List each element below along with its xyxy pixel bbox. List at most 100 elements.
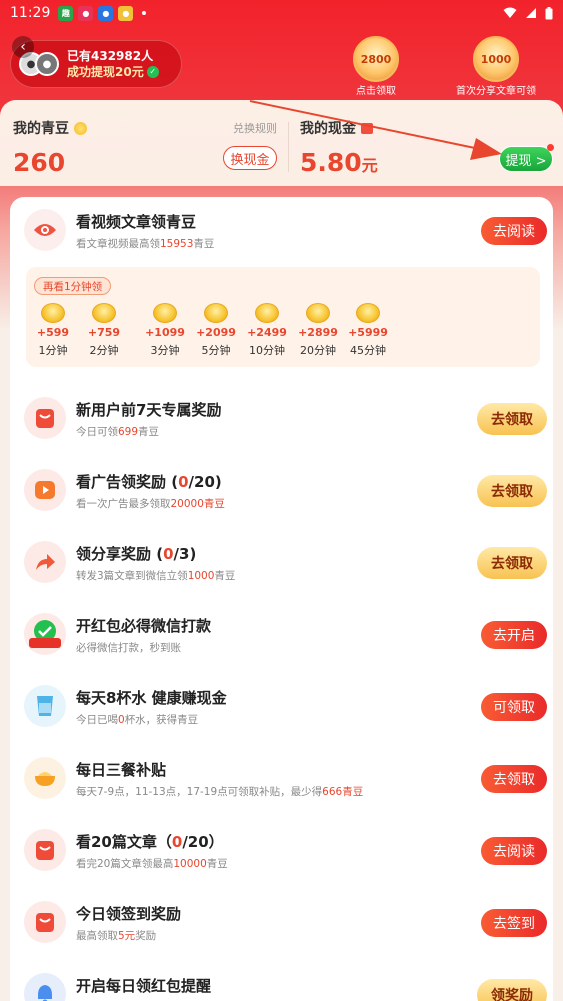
wallet-divider [288, 122, 289, 172]
wechat-payout-icon [24, 613, 66, 655]
task-action-button[interactable]: 去签到 [481, 909, 547, 937]
app-notification-icon: ● [98, 5, 114, 21]
coin-icon [92, 303, 116, 323]
coin-icon [255, 303, 279, 323]
task-title: 开启每日领红包提醒 [76, 977, 212, 995]
chevron-left-icon: ‹ [20, 39, 26, 55]
status-bar: 11:29 趣 ● ● ● [0, 0, 563, 26]
minute-label: 10分钟 [249, 344, 285, 357]
red-packet-icon [24, 901, 66, 943]
task-title: 看视频文章领青豆 [76, 213, 197, 231]
task-subtitle: 今日可领699青豆 [76, 426, 160, 438]
exchange-rules-link[interactable]: 兑换规则 [233, 120, 277, 136]
back-button[interactable]: ‹ [12, 36, 34, 58]
task-subtitle: 看一次广告最多领取20000青豆 [76, 498, 225, 510]
minute-reward-item: +2899 20分钟 [293, 303, 343, 358]
task-subtitle: 看完20篇文章领最高10000青豆 [76, 858, 228, 870]
badge-value: 1000 [480, 52, 512, 66]
signal-icon [526, 8, 536, 18]
task-action-button[interactable]: 去领取 [477, 475, 547, 507]
meal-bowl-icon [24, 757, 66, 799]
task-action-button[interactable]: 领奖励 [477, 979, 547, 1001]
coin-icon [306, 303, 330, 323]
task-subtitle: 转发3篇文章到微信立领1000青豆 [76, 570, 236, 582]
wallet-card: 我的青豆 260 兑换规则 换现金 我的现金 5.80元 [0, 100, 563, 186]
go-read-button[interactable]: 去阅读 [481, 217, 547, 245]
notification-dot [547, 144, 554, 151]
battery-icon [545, 6, 553, 19]
more-notifications-dot [142, 11, 147, 15]
task-title: 看广告领奖励 (0/20) [76, 473, 222, 491]
badge-label: 首次分享文章可领 [456, 86, 536, 97]
task-action-button[interactable]: 可领取 [481, 693, 547, 721]
task-subtitle: 每天7-9点，11-13点，17-19点可领取补贴，最少得666青豆 [76, 786, 364, 798]
task-subtitle: 最高领取5元奖励 [76, 930, 157, 942]
reward-coin-badge-1000[interactable]: 1000 [473, 36, 519, 82]
badge-value: 2800 [360, 52, 392, 66]
minute-reward: +759 [87, 326, 121, 339]
task-open-packet: 开红包必得微信打款 必得微信打款，秒到账 去开启 [10, 601, 553, 673]
bean-icon [74, 121, 87, 135]
task-share: 领分享奖励 (0/3) 转发3篇文章到微信立领1000青豆 去领取 [10, 529, 553, 601]
check-icon: ✓ [146, 66, 159, 78]
avatar: ● [35, 52, 59, 76]
task-action-button[interactable]: 去开启 [481, 621, 547, 649]
withdraw-label: 提现 > [505, 153, 547, 169]
task-reminder: 开启每日领红包提醒 领奖励 [10, 961, 553, 1001]
app-notification-icon: ● [78, 5, 94, 21]
bell-icon [24, 973, 66, 1001]
minute-reward: +1099 [145, 326, 185, 339]
task-action-button[interactable]: 去领取 [481, 765, 547, 793]
task-check-in: 今日领签到奖励最高领取5元奖励 去签到 [10, 889, 553, 961]
task-action-button[interactable]: 去领取 [477, 547, 547, 579]
minute-reward-item: +599 1分钟 [28, 303, 78, 358]
share-icon [24, 541, 66, 583]
task-action-button[interactable]: 去领取 [477, 403, 547, 435]
minute-label: 45分钟 [350, 344, 386, 357]
task-read-articles: 看20篇文章（0/20） 看完20篇文章领最高10000青豆 去阅读 [10, 817, 553, 889]
wifi-icon [503, 7, 517, 18]
minute-label: 3分钟 [150, 344, 180, 357]
task-video-reading: 看视频文章领青豆 看文章视频最高领15953青豆 去阅读 [10, 197, 553, 269]
minute-label: 1分钟 [38, 344, 68, 357]
water-cup-icon [24, 685, 66, 727]
exchange-cash-button[interactable]: 换现金 [223, 146, 277, 170]
minute-label: 20分钟 [300, 344, 336, 357]
task-subtitle: 必得微信打款，秒到账 [76, 642, 181, 654]
withdraw-button[interactable]: 提现 > [499, 144, 554, 172]
minute-tag: 再看1分钟领 [34, 277, 112, 295]
eye-icon [24, 209, 66, 251]
minute-reward-item: +5999 45分钟 [343, 303, 393, 358]
task-title: 新用户前7天专属奖励 [76, 401, 222, 419]
cash-value: 5.80 [300, 148, 362, 177]
minute-reward-item: +2099 5分钟 [191, 303, 241, 358]
beans-label: 我的青豆 [13, 121, 69, 137]
task-subtitle: 今日已喝0杯水，获得青豆 [76, 714, 199, 726]
task-new-user: 新用户前7天专属奖励今日可领699青豆 去领取 [10, 385, 553, 457]
minute-reward-item: +759 2分钟 [79, 303, 129, 358]
minute-reward: +599 [36, 326, 70, 339]
task-drink-water: 每天8杯水 健康赚现金 今日已喝0杯水，获得青豆 可领取 [10, 673, 553, 745]
minute-label: 5分钟 [201, 344, 231, 357]
cash-icon [361, 122, 373, 134]
cash-label: 我的现金 [300, 121, 356, 137]
minute-rewards-panel: 再看1分钟领 +599 1分钟 +759 2分钟 +1099 3分钟 +2099 5分钟 +24… [26, 267, 540, 367]
badge-label: 点击领取 [356, 86, 396, 97]
withdraw-ticker[interactable]: ● ● 已有432982人 成功提现20元 ✓ [10, 40, 182, 88]
red-packet-icon [24, 829, 66, 871]
minute-reward: +2499 [247, 326, 287, 339]
app-notification-icon: ● [118, 5, 134, 21]
ticker-count: 已有432982人 [67, 49, 154, 63]
minute-reward-item: +2499 10分钟 [242, 303, 292, 358]
minute-reward: +2099 [196, 326, 236, 339]
task-title: 今日领签到奖励 [76, 905, 182, 923]
reward-coin-badge-2800[interactable]: 2800 [353, 36, 399, 82]
task-title: 每日三餐补贴 [76, 761, 167, 779]
coin-icon [41, 303, 65, 323]
cash-unit: 元 [361, 156, 378, 175]
ticker-withdrawn: 成功提现20元 [67, 65, 144, 79]
task-action-button[interactable]: 去阅读 [481, 837, 547, 865]
task-title: 看20篇文章（0/20） [76, 833, 224, 851]
task-subtitle: 看文章视频最高领15953青豆 [76, 238, 215, 250]
task-list-card: 看视频文章领青豆 看文章视频最高领15953青豆 去阅读 再看1分钟领 +599… [10, 197, 553, 1001]
